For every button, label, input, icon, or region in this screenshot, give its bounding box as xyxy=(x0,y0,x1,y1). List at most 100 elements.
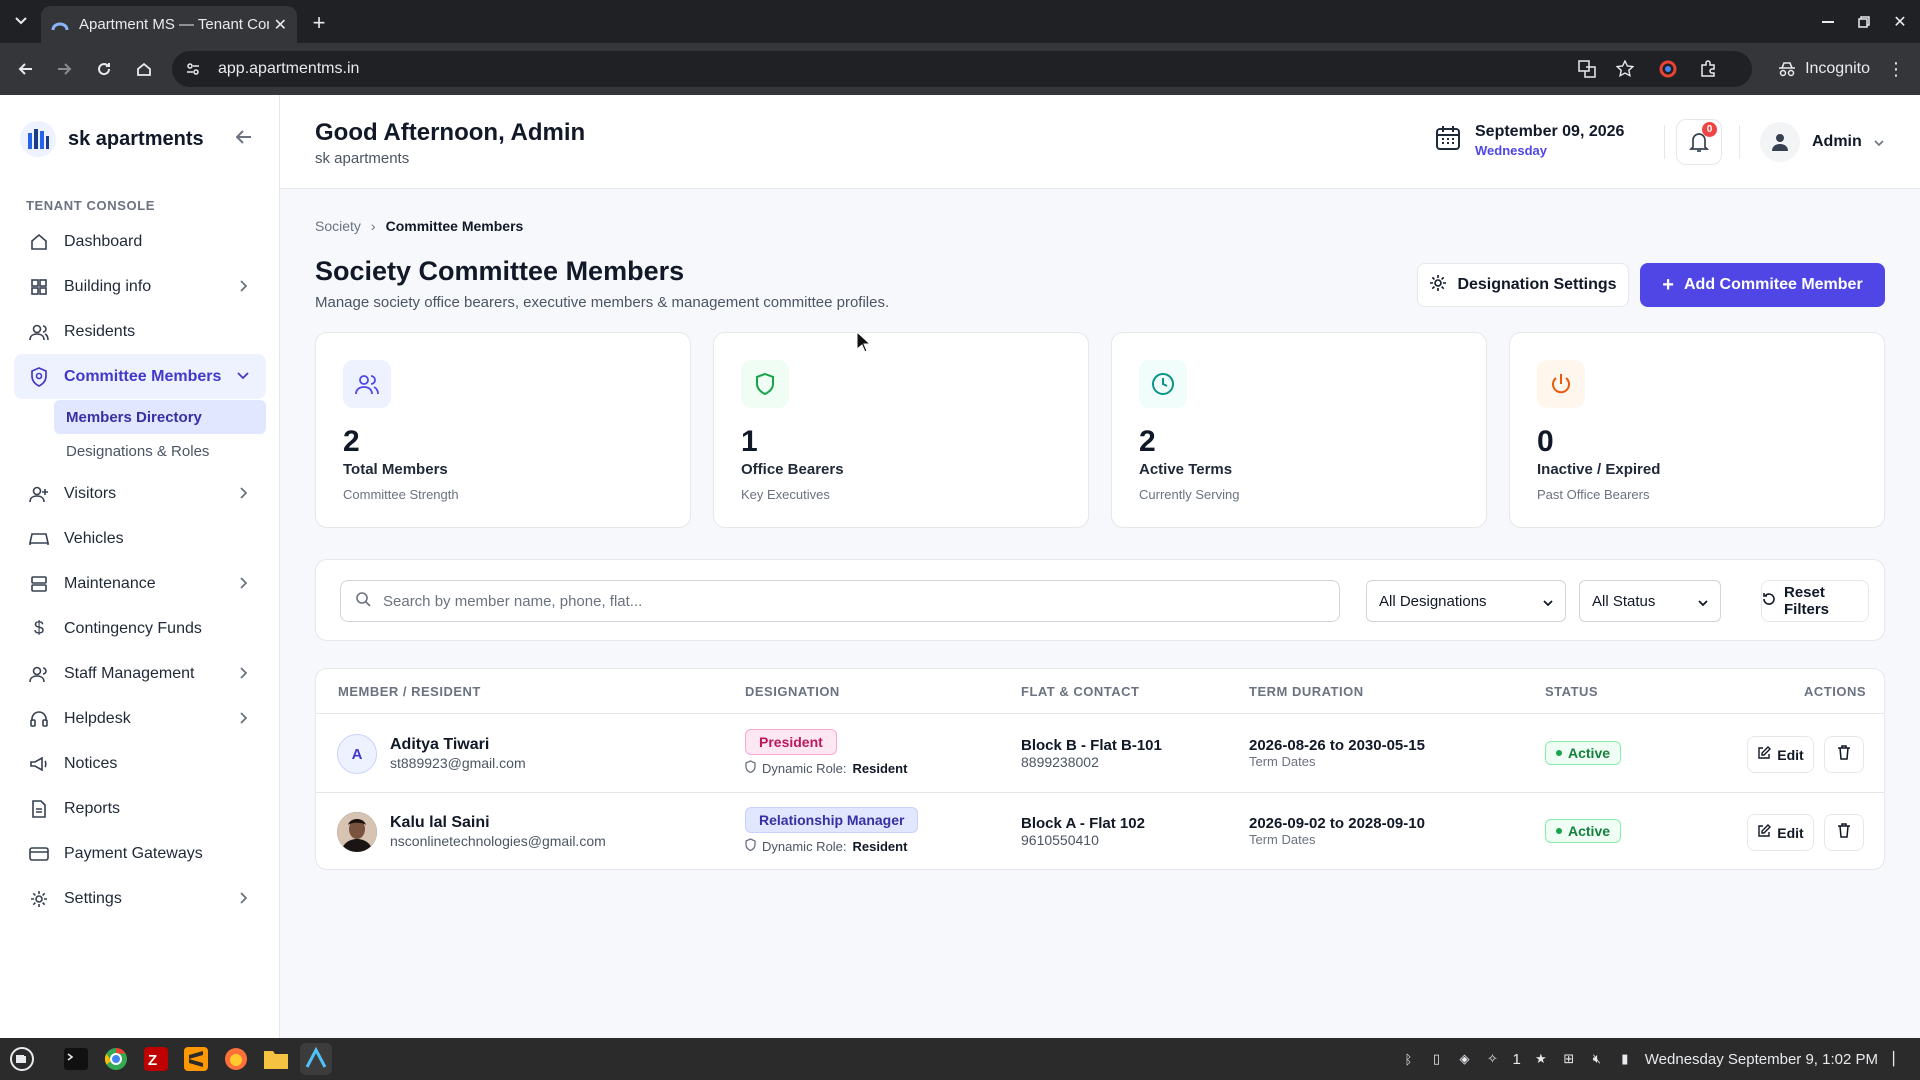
chevron-right-icon xyxy=(236,575,250,591)
bluetooth-icon[interactable]: ᛒ xyxy=(1400,1051,1416,1067)
volume-muted-icon[interactable]: 🔇︎ xyxy=(1589,1051,1605,1067)
collapse-sidebar-icon[interactable] xyxy=(232,125,256,149)
filezilla-icon[interactable]: Z xyxy=(140,1043,172,1075)
chrome-icon[interactable] xyxy=(100,1043,132,1075)
sidebar-item-residents[interactable]: Residents xyxy=(14,309,266,354)
notifications-button[interactable]: 0 xyxy=(1676,119,1722,165)
table-row[interactable]: A Aditya Tiwari st889923@gmail.com Presi… xyxy=(316,715,1884,792)
user-menu[interactable]: Admin xyxy=(1760,122,1884,162)
incognito-indicator[interactable]: Incognito xyxy=(1777,51,1870,87)
sidebar-item-maintenance[interactable]: Maintenance xyxy=(14,561,266,606)
phone-text: 8899238002 xyxy=(1021,754,1099,770)
subnav-members-directory[interactable]: Members Directory xyxy=(54,400,266,434)
header-divider xyxy=(1739,125,1740,159)
stat-value: 1 xyxy=(741,425,758,458)
tab-search-button[interactable] xyxy=(6,8,36,34)
sublime-text-icon[interactable] xyxy=(180,1043,212,1075)
brand[interactable]: sk apartments xyxy=(20,121,204,157)
restore-icon[interactable] xyxy=(1852,10,1876,34)
page-subtitle: Manage society office bearers, executive… xyxy=(315,294,890,311)
sidebar-item-notices[interactable]: Notices xyxy=(14,741,266,786)
extensions-puzzle-icon[interactable] xyxy=(1694,55,1722,83)
vscode-app-icon[interactable] xyxy=(300,1043,332,1075)
chevron-down-icon xyxy=(1543,593,1553,610)
sidebar-item-building-info[interactable]: Building info xyxy=(14,264,266,309)
top-header: Good Afternoon, Admin sk apartments Sept… xyxy=(280,95,1920,189)
report-icon xyxy=(28,798,50,820)
table-row[interactable]: Kalu lal Saini nsconlinetechnologies@gma… xyxy=(316,792,1884,869)
notification-tray-icon[interactable]: ✧ xyxy=(1484,1051,1500,1067)
stat-label: Active Terms xyxy=(1139,461,1233,478)
member-cell: Aditya Tiwari st889923@gmail.com xyxy=(390,736,526,771)
desktop-show-icon[interactable]: ▏ xyxy=(1890,1051,1906,1067)
sidebar-item-contingency-funds[interactable]: $ Contingency Funds xyxy=(14,606,266,651)
users-icon xyxy=(28,321,50,343)
reset-filters-button[interactable]: Reset Filters xyxy=(1761,580,1869,622)
browser-menu-icon[interactable]: ⋮ xyxy=(1884,55,1908,83)
sidebar-item-reports[interactable]: Reports xyxy=(14,786,266,831)
shield-icon xyxy=(741,360,789,408)
status-badge: Active xyxy=(1545,819,1622,843)
phone-text: 9610550410 xyxy=(1021,832,1099,848)
subnav-designations-roles[interactable]: Designations & Roles xyxy=(54,434,266,468)
files-folder-icon[interactable] xyxy=(260,1043,292,1075)
designation-settings-button[interactable]: Designation Settings xyxy=(1417,263,1629,307)
clipboard-icon[interactable]: ▯ xyxy=(1428,1051,1444,1067)
back-icon[interactable] xyxy=(12,55,40,83)
dynamic-role-value: Resident xyxy=(852,838,908,854)
edit-button[interactable]: Edit xyxy=(1747,736,1814,773)
term-sublabel: Term Dates xyxy=(1249,832,1316,847)
sidebar-item-label: Notices xyxy=(64,754,118,772)
sidebar-item-staff-management[interactable]: Staff Management xyxy=(14,651,266,696)
building-logo-icon xyxy=(20,121,56,157)
sidebar-item-dashboard[interactable]: Dashboard xyxy=(14,219,266,264)
add-committee-member-button[interactable]: + Add Commitee Member xyxy=(1640,263,1885,307)
bookmark-star-icon[interactable] xyxy=(1610,51,1640,87)
term-cell: 2026-09-02 to 2028-09-10 Term Dates xyxy=(1249,815,1425,847)
star-tray-icon[interactable]: ★ xyxy=(1533,1051,1549,1067)
delete-button[interactable] xyxy=(1824,814,1864,851)
users-icon xyxy=(343,360,391,408)
taskbar-clock[interactable]: Wednesday September 9, 1:02 PM xyxy=(1645,1051,1878,1068)
clock-icon xyxy=(1139,360,1187,408)
network-icon[interactable]: ⊞ xyxy=(1561,1051,1577,1067)
edit-button[interactable]: Edit xyxy=(1747,814,1814,851)
power-icon xyxy=(1537,360,1585,408)
forward-icon[interactable] xyxy=(50,55,78,83)
reload-icon[interactable] xyxy=(90,55,118,83)
sidebar-item-vehicles[interactable]: Vehicles xyxy=(14,516,266,561)
site-info-icon[interactable] xyxy=(178,54,208,84)
start-menu-icon[interactable] xyxy=(6,1043,38,1075)
firefox-icon[interactable] xyxy=(220,1043,252,1075)
tab-close-icon[interactable]: ✕ xyxy=(274,15,287,35)
status-filter-select[interactable]: All Status xyxy=(1579,580,1721,622)
new-tab-button[interactable]: + xyxy=(306,10,332,36)
stat-label: Total Members xyxy=(343,461,448,478)
sidebar-item-label: Residents xyxy=(64,322,136,340)
battery-icon[interactable]: ▮ xyxy=(1617,1051,1633,1067)
home-icon[interactable] xyxy=(130,55,158,83)
terminal-icon[interactable] xyxy=(60,1043,92,1075)
brand-name: sk apartments xyxy=(68,127,204,150)
sidebar-item-payment-gateways[interactable]: Payment Gateways xyxy=(14,831,266,876)
extension-color-icon[interactable] xyxy=(1654,55,1682,83)
stats-row: 2 Total Members Committee Strength 1 Off… xyxy=(315,332,1885,528)
sidebar-item-helpdesk[interactable]: Helpdesk xyxy=(14,696,266,741)
breadcrumb-society[interactable]: Society xyxy=(315,218,361,234)
shield-badge-icon xyxy=(28,366,50,388)
close-window-icon[interactable]: ✕ xyxy=(1888,10,1912,34)
browser-tab-active[interactable]: Apartment MS — Tenant Console ✕ xyxy=(41,6,297,43)
sidebar-item-settings[interactable]: Settings xyxy=(14,876,266,921)
chevron-down-icon xyxy=(1698,593,1708,610)
designation-filter-select[interactable]: All Designations xyxy=(1366,580,1566,622)
minimize-icon[interactable] xyxy=(1816,10,1840,34)
member-search-input[interactable]: Search by member name, phone, flat... xyxy=(340,580,1340,622)
address-bar[interactable]: app.apartmentms.in xyxy=(172,51,1752,87)
shield-tray-icon[interactable]: ◈ xyxy=(1456,1051,1472,1067)
committee-subnav: Members Directory Designations & Roles xyxy=(14,400,266,468)
sidebar-item-label: Maintenance xyxy=(64,574,156,592)
sidebar-item-visitors[interactable]: Visitors xyxy=(14,471,266,516)
sidebar-item-committee-members[interactable]: Committee Members xyxy=(14,354,266,399)
delete-button[interactable] xyxy=(1824,736,1864,773)
translate-icon[interactable] xyxy=(1572,51,1602,87)
